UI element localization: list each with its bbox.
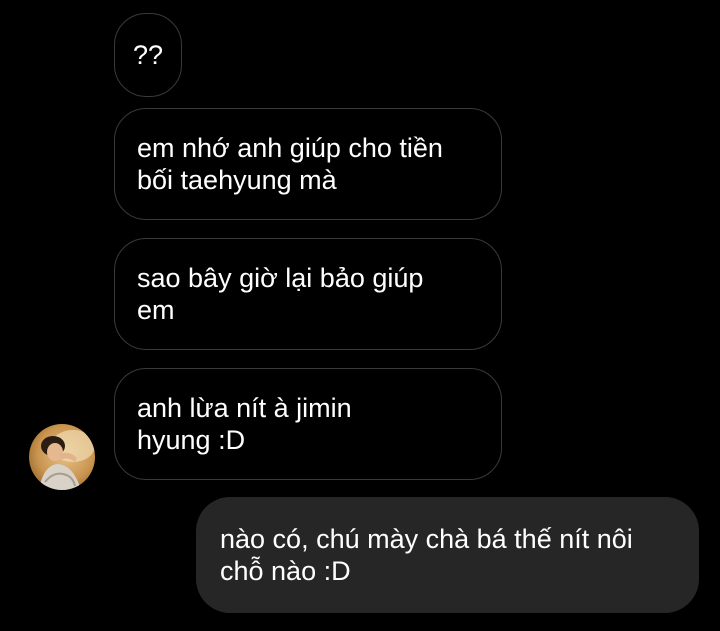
message-text: em nhớ anh giúp cho tiền bối taehyung mà [137,133,443,195]
message-text: sao bây giờ lại bảo giúp em [137,263,424,325]
avatar-photo-icon [29,424,95,490]
incoming-message-bubble[interactable]: ?? [114,13,182,97]
message-thread: ?? em nhớ anh giúp cho tiền bối taehyung… [0,0,720,631]
sender-avatar[interactable] [29,424,95,490]
outgoing-message-bubble[interactable]: nào có, chú mày chà bá thế nít nôi chỗ n… [196,497,699,613]
incoming-message-bubble[interactable]: anh lừa nít à jimin hyung :D [114,368,502,480]
incoming-message-bubble[interactable]: em nhớ anh giúp cho tiền bối taehyung mà [114,108,502,220]
message-text: anh lừa nít à jimin hyung :D [137,393,352,455]
message-text: ?? [132,40,164,70]
incoming-message-bubble[interactable]: sao bây giờ lại bảo giúp em [114,238,502,350]
message-text: nào có, chú mày chà bá thế nít nôi chỗ n… [220,524,633,586]
